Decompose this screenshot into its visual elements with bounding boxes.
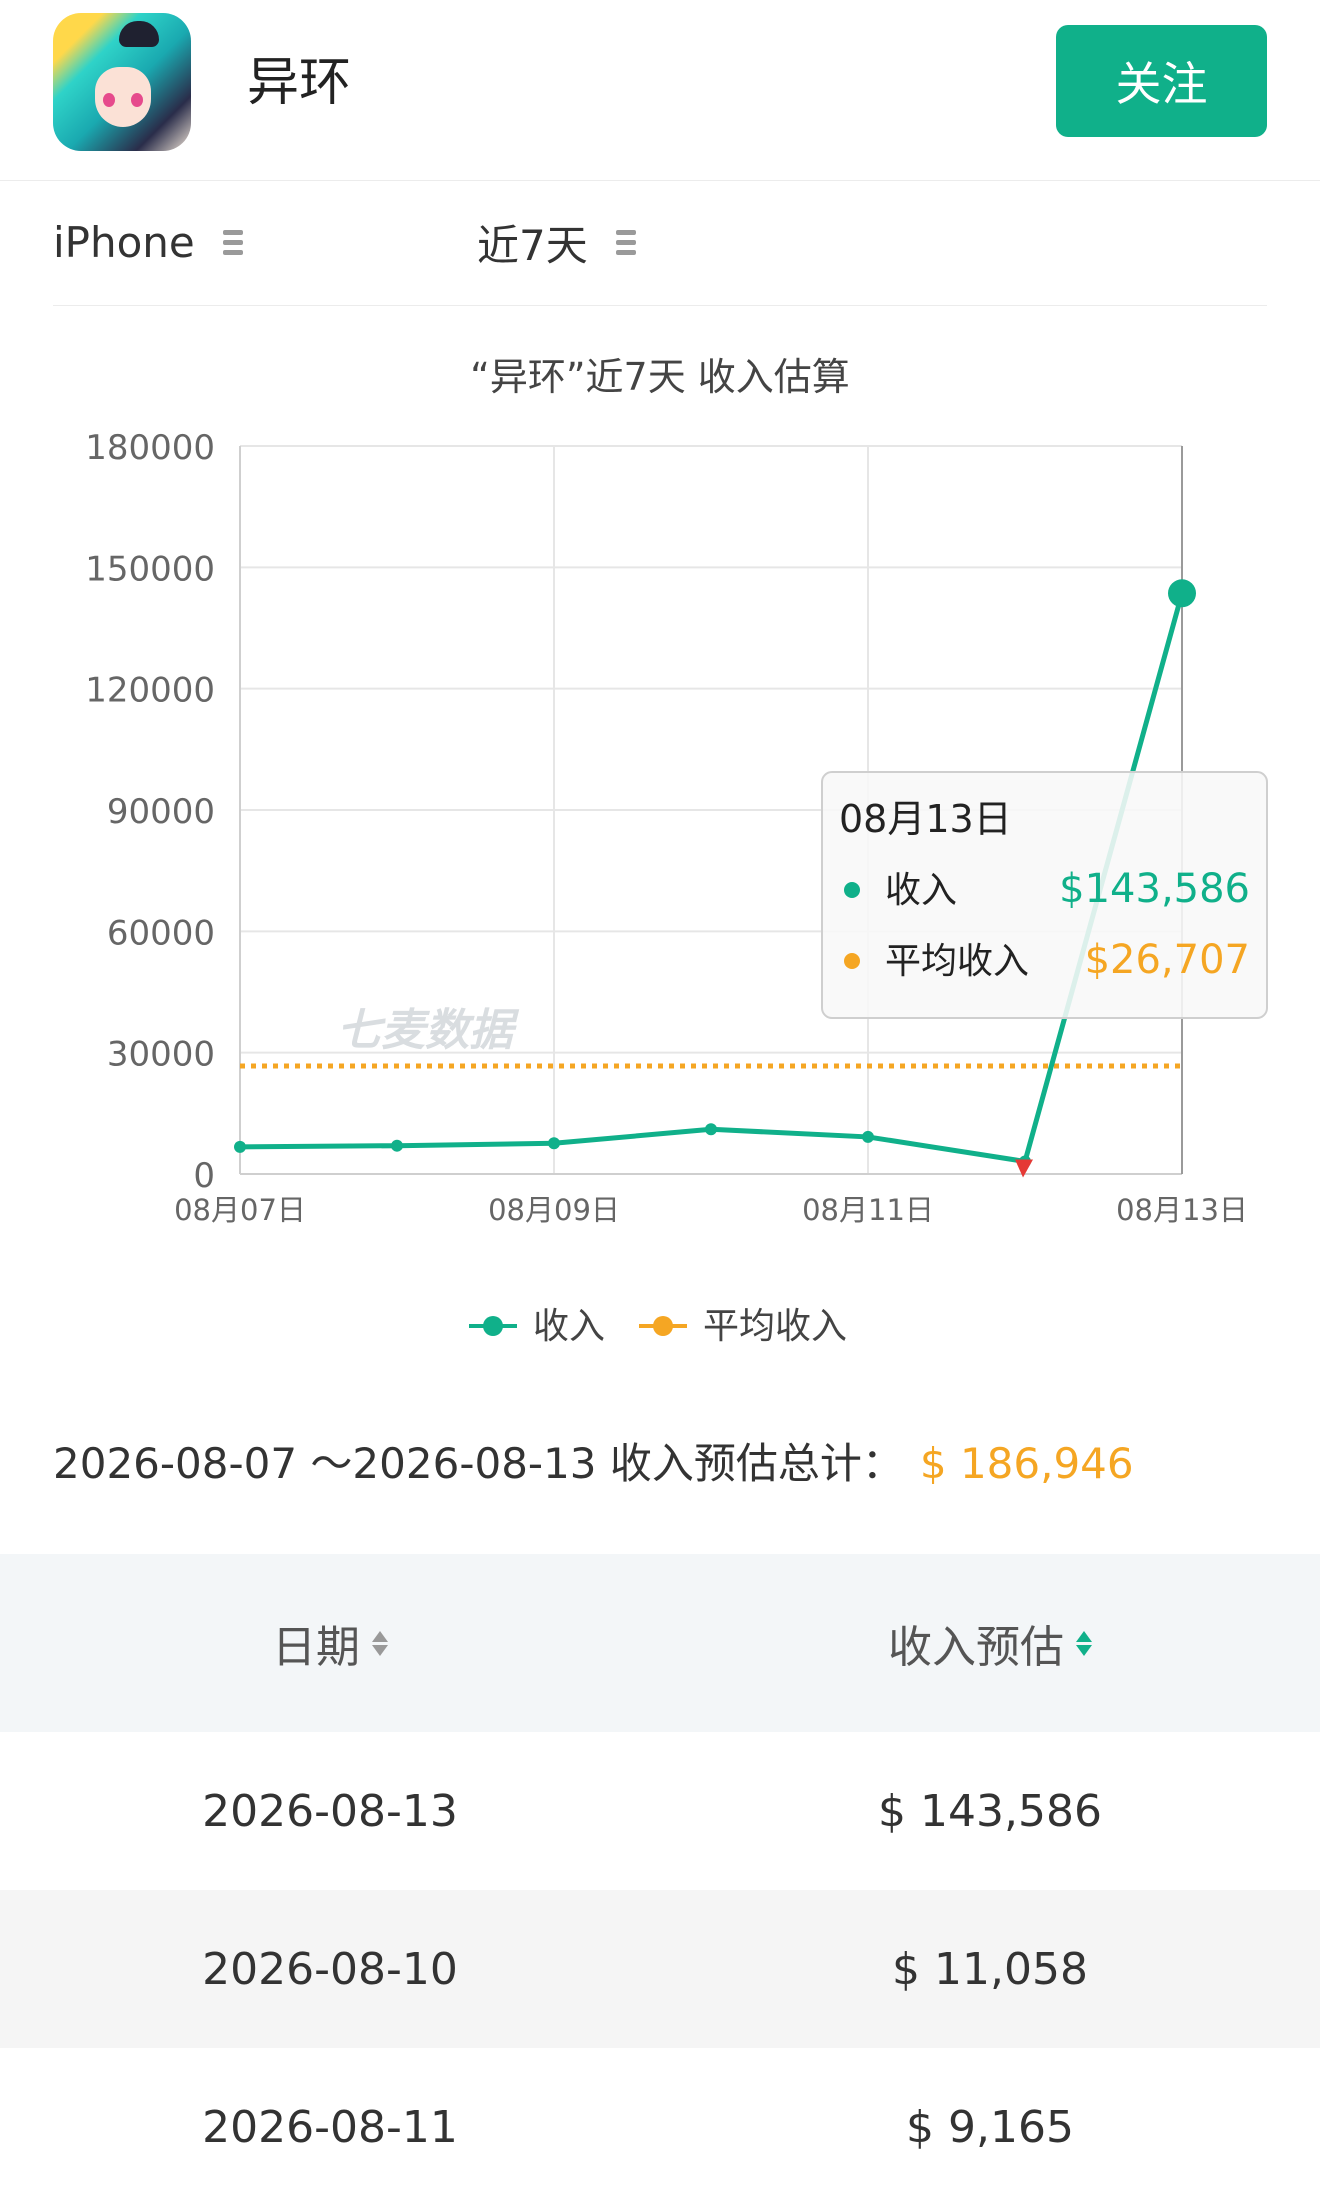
- tooltip-value: $26,707: [1085, 937, 1250, 983]
- x-tick-label: 08月09日: [488, 1193, 620, 1227]
- column-header-date[interactable]: 日期: [0, 1611, 660, 1675]
- table-cell-date: 2026-08-13: [202, 1785, 458, 1837]
- filter-bar: iPhone 近7天: [53, 180, 1267, 306]
- table-cell-revenue: $ 11,058: [892, 1943, 1088, 1995]
- data-point-revenue: [862, 1130, 874, 1143]
- y-tick-label: 90000: [107, 792, 215, 832]
- x-tick-label: 08月07日: [174, 1193, 306, 1227]
- table-row: 2026-08-11 $ 9,165: [0, 2048, 1320, 2206]
- x-tick-label: 08月13日: [1116, 1193, 1248, 1227]
- table-row: 2026-08-10 $ 11,058: [0, 1890, 1320, 2048]
- table-cell-revenue: $ 9,165: [906, 2101, 1074, 2153]
- tooltip-label: 收入: [885, 870, 957, 911]
- revenue-chart-svg: “异环”近7天 收入估算 0 30000 60000 90000 120000 150000…: [85, 355, 1268, 1347]
- tooltip-dot: [844, 882, 860, 898]
- table-cell-date: 2026-08-10: [202, 1943, 458, 1995]
- menu-icon: [615, 230, 636, 255]
- data-point-revenue: [548, 1137, 560, 1150]
- tooltip-date: 08月13日: [839, 797, 1012, 841]
- device-filter-label: iPhone: [53, 218, 195, 267]
- sort-icon: [1076, 1630, 1092, 1656]
- follow-button[interactable]: 关注: [1056, 25, 1267, 137]
- revenue-table: 日期 收入预估 2026-08-13 $ 143,586 2026-08-10 …: [0, 1554, 1320, 2206]
- eye-shape: [103, 93, 115, 107]
- table-cell-date: 2026-08-11: [202, 2101, 458, 2153]
- y-tick-label: 180000: [85, 428, 215, 468]
- revenue-total-label: 2026-08-07 ～2026-08-13 收入预估总计：: [53, 1439, 904, 1488]
- x-tick-label: 08月11日: [802, 1193, 934, 1227]
- column-header-revenue[interactable]: 收入预估: [660, 1611, 1320, 1675]
- tooltip-dot: [844, 953, 860, 969]
- y-tick-label: 120000: [85, 671, 215, 711]
- tooltip-label: 平均收入: [885, 941, 1029, 982]
- period-filter[interactable]: 近7天: [477, 180, 636, 305]
- sort-icon: [372, 1630, 388, 1656]
- column-header-date-label: 日期: [272, 1622, 360, 1673]
- data-point-revenue: [391, 1139, 403, 1152]
- hat-shape: [119, 21, 159, 47]
- menu-icon: [222, 230, 243, 255]
- revenue-chart: “异环”近7天 收入估算 0 30000 60000 90000 120000 150000…: [0, 340, 1320, 1360]
- app-header: 异环 关注: [0, 0, 1320, 181]
- revenue-total-amount: $ 186,946: [919, 1439, 1134, 1488]
- period-filter-label: 近7天: [477, 221, 588, 270]
- data-point-revenue: [1168, 579, 1196, 608]
- y-tick-label: 150000: [85, 549, 215, 589]
- legend-item-revenue-dot: [483, 1316, 503, 1336]
- eye-shape: [131, 93, 143, 107]
- app-title: 异环: [247, 53, 352, 113]
- device-filter[interactable]: iPhone: [53, 180, 243, 305]
- table-header: 日期 收入预估: [0, 1554, 1320, 1732]
- legend-item-average-dot: [653, 1316, 673, 1336]
- data-point-revenue: [234, 1140, 246, 1153]
- tooltip-value: $143,586: [1059, 866, 1250, 912]
- chart-watermark: 七麦数据: [337, 1005, 520, 1056]
- y-tick-label: 30000: [107, 1035, 215, 1075]
- table-row: 2026-08-13 $ 143,586: [0, 1732, 1320, 1890]
- table-cell-revenue: $ 143,586: [878, 1785, 1102, 1837]
- data-point-revenue: [705, 1123, 717, 1136]
- chart-title: “异环”近7天 收入估算: [470, 355, 850, 399]
- app-icon[interactable]: [53, 13, 191, 151]
- revenue-total: 2026-08-07 ～2026-08-13 收入预估总计： $ 186,946: [53, 1430, 1134, 1491]
- legend-item-revenue-label: 收入: [533, 1306, 605, 1347]
- column-header-revenue-label: 收入预估: [888, 1622, 1064, 1673]
- legend-item-average-label: 平均收入: [703, 1306, 847, 1347]
- y-tick-label: 0: [193, 1156, 215, 1196]
- y-tick-label: 60000: [107, 913, 215, 953]
